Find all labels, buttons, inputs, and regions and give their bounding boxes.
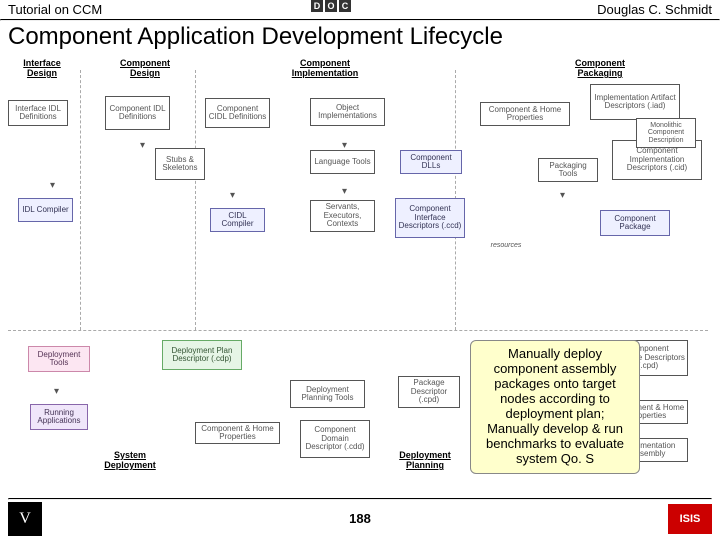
box-monolithic: Monolithic Component Description [636,118,696,148]
box-lang-tools: Language Tools [310,150,375,174]
box-comp-home-props-1: Component & Home Properties [480,102,570,126]
box-cidl-compiler: CIDL Compiler [210,208,265,232]
isis-emblem: ISIS [668,504,712,534]
arrow-icon: ▾ [54,386,59,397]
arrow-icon: ▾ [50,180,55,191]
box-cdd: Component Domain Descriptor (.cdd) [300,420,370,458]
box-idl-compiler: IDL Compiler [18,198,73,222]
box-comp-home-props-2: Component & Home Properties [195,422,280,444]
lane-system-deployment: System Deployment [90,450,170,470]
box-stubs-skel: Stubs & Skeletons [155,148,205,180]
callout-manual-deploy: Manually deploy component assembly packa… [470,340,640,474]
arrow-icon: ▾ [342,140,347,151]
arrow-icon: ▾ [140,140,145,151]
footer-rule [8,498,712,500]
box-cidl-defs: Component CIDL Definitions [205,98,270,128]
box-iad: Implementation Artifact Descriptors (.ia… [590,84,680,120]
box-comp-idl-defs: Component IDL Definitions [105,96,170,130]
box-obj-impl: Object Implementations [310,98,385,126]
lane-deployment-planning: Deployment Planning [380,450,470,470]
page-number: 188 [0,511,720,526]
arrow-icon: ▾ [560,190,565,201]
box-packaging-tools: Packaging Tools [538,158,598,182]
box-deploy-tools: Deployment Tools [28,346,90,372]
arrow-icon: ▾ [342,186,347,197]
lane-component-impl: Component Implementation [280,58,370,78]
header-left: Tutorial on CCM [8,2,102,17]
note-resources: resources [476,240,536,252]
box-cpd-1: Package Descriptor (.cpd) [398,376,460,408]
doc-logo: DOC [310,0,352,12]
box-comp-package: Component Package [600,210,670,236]
box-servants: Servants, Executors, Contexts [310,200,375,232]
arrow-icon: ▾ [230,190,235,201]
box-comp-dlls: Component DLLs [400,150,462,174]
lane-component-packaging: Component Packaging [560,58,640,78]
vanderbilt-emblem: V [8,502,42,536]
diagram-canvas: Interface Design Component Design Compon… [0,50,720,520]
lane-sep-horiz [8,330,708,331]
lane-sep-2 [195,70,196,330]
lane-interface-design: Interface Design [12,58,72,78]
lane-sep-1 [80,70,81,330]
box-dep-plan-tools: Deployment Planning Tools [290,380,365,408]
box-idl-defs: Interface IDL Definitions [8,100,68,126]
box-cdp: Deployment Plan Descriptor (.cdp) [162,340,242,370]
lane-component-design: Component Design [110,58,180,78]
box-running-apps: Running Applications [30,404,88,430]
box-ccd: Component Interface Descriptors (.ccd) [395,198,465,238]
page-title: Component Application Development Lifecy… [0,21,720,51]
header-right: Douglas C. Schmidt [597,2,712,17]
